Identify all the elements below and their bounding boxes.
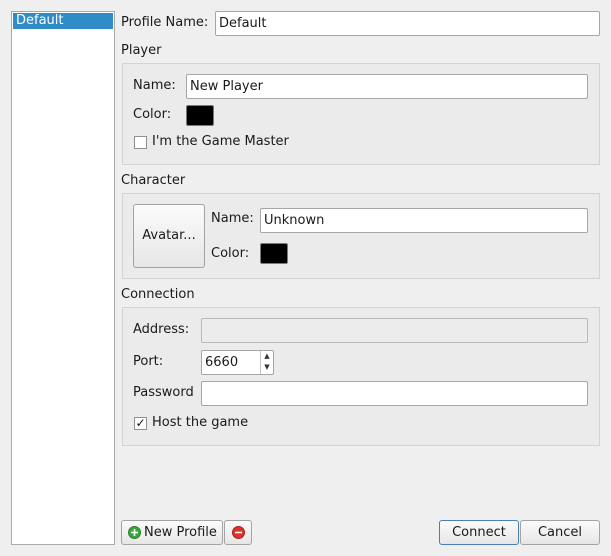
address-label: Address:: [133, 322, 190, 337]
password-label: Password: [133, 385, 194, 400]
new-profile-label: New Profile: [144, 525, 217, 540]
game-master-checkbox[interactable]: [134, 136, 147, 149]
game-master-label: I'm the Game Master: [152, 134, 289, 149]
cancel-button[interactable]: Cancel: [520, 520, 600, 545]
character-name-input[interactable]: Unknown: [260, 208, 588, 233]
add-icon: [128, 526, 141, 539]
profile-list[interactable]: Default: [11, 11, 115, 545]
player-color-label: Color:: [133, 107, 172, 122]
character-name-label: Name:: [211, 211, 254, 226]
player-name-label: Name:: [133, 78, 176, 93]
profile-list-item[interactable]: Default: [13, 13, 113, 29]
remove-profile-button[interactable]: [224, 520, 252, 545]
player-group-title: Player: [121, 43, 162, 58]
connection-group-title: Connection: [121, 287, 195, 302]
password-input[interactable]: [201, 381, 588, 406]
port-label: Port:: [133, 354, 164, 369]
character-color-swatch[interactable]: [260, 243, 288, 264]
player-color-swatch[interactable]: [186, 105, 214, 126]
address-input[interactable]: [201, 318, 588, 343]
profile-name-input[interactable]: Default: [215, 11, 600, 36]
connect-button[interactable]: Connect: [439, 520, 519, 545]
spin-up-icon[interactable]: ▲: [261, 351, 273, 362]
player-name-input[interactable]: New Player: [186, 74, 588, 99]
remove-icon: [232, 526, 245, 539]
new-profile-button[interactable]: New Profile: [121, 520, 223, 545]
profile-name-label: Profile Name:: [121, 15, 209, 30]
avatar-button[interactable]: Avatar...: [133, 204, 205, 268]
port-spinbox[interactable]: 6660 ▲ ▼: [201, 350, 274, 375]
host-game-checkbox[interactable]: ✓: [134, 417, 147, 430]
character-group-title: Character: [121, 173, 186, 188]
port-value: 6660: [205, 355, 239, 370]
spin-down-icon[interactable]: ▼: [261, 362, 273, 373]
character-color-label: Color:: [211, 246, 250, 261]
host-game-label: Host the game: [152, 415, 249, 430]
port-spin-buttons[interactable]: ▲ ▼: [260, 351, 273, 374]
